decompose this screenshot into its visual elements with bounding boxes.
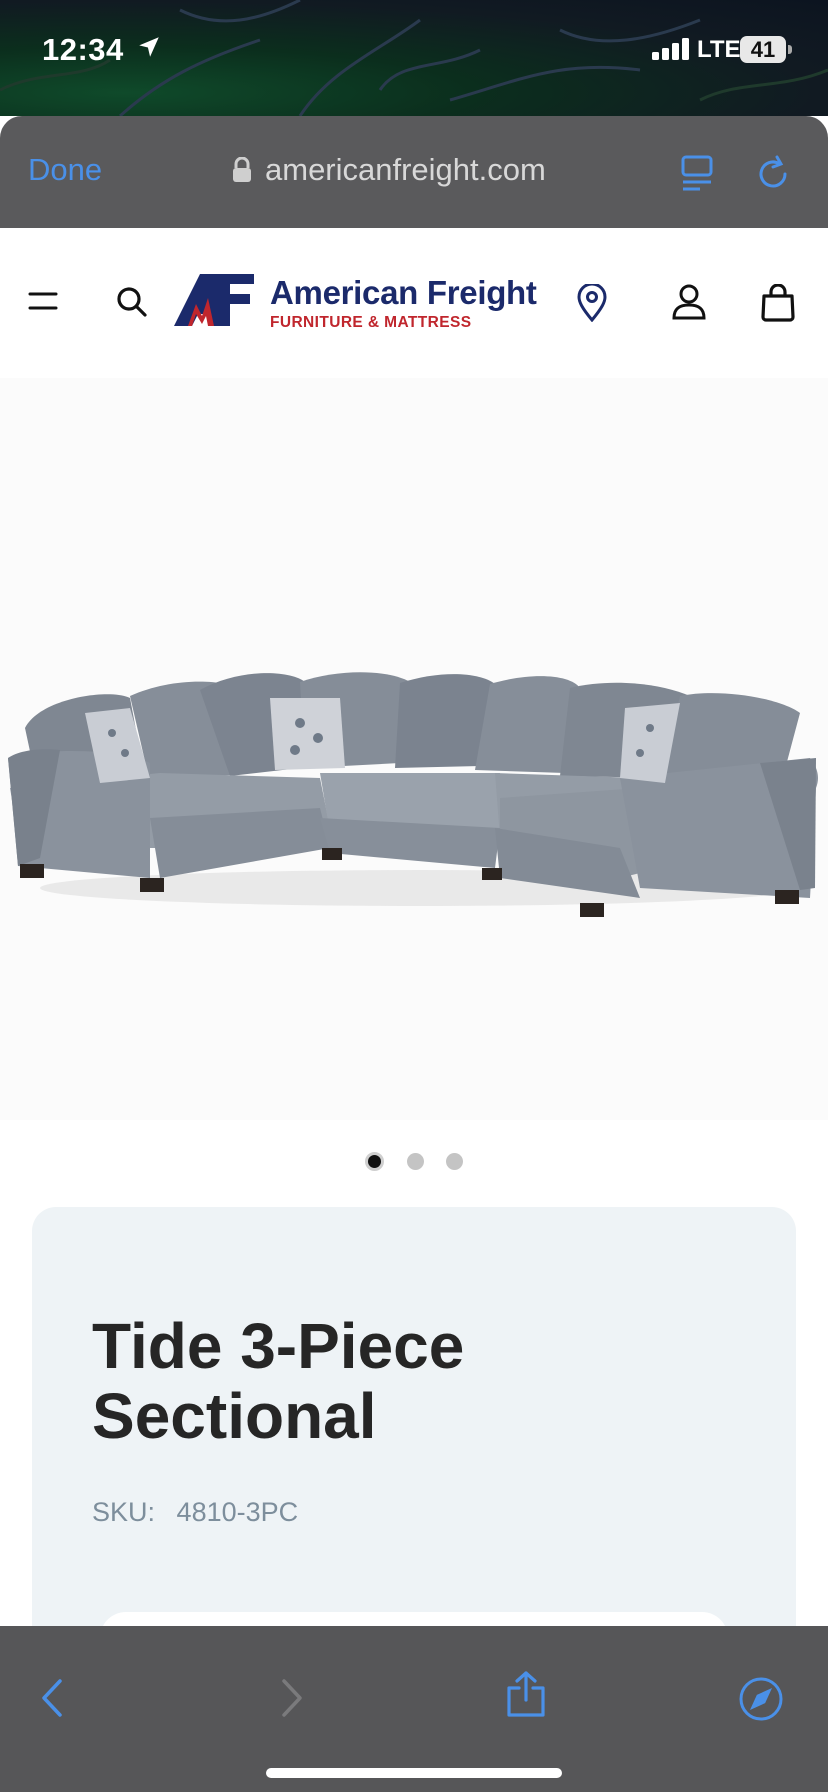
product-title: Tide 3-Piece Sectional — [92, 1310, 465, 1452]
carousel-dot[interactable] — [445, 1153, 463, 1170]
compass-icon[interactable] — [738, 1676, 784, 1727]
status-time: 12:34 — [42, 32, 124, 67]
sectional-sofa-illustration — [8, 672, 818, 917]
image-carousel-dots — [0, 1152, 828, 1174]
battery-tip — [788, 45, 792, 54]
location-arrow-icon — [136, 34, 162, 65]
product-image[interactable] — [0, 378, 828, 1120]
product-info-card: Tide 3-Piece Sectional SKU: 4810-3PC — [32, 1207, 796, 1692]
site-header: American Freight FURNITURE & MATTRESS — [0, 228, 828, 378]
reload-icon[interactable] — [757, 154, 791, 197]
logo-tagline: FURNITURE & MATTRESS — [270, 314, 472, 331]
forward-icon[interactable] — [280, 1678, 304, 1723]
done-button[interactable]: Done — [28, 152, 102, 188]
carousel-dot[interactable] — [406, 1153, 424, 1170]
cellular-signal-icon — [652, 38, 692, 65]
account-icon[interactable] — [672, 284, 706, 325]
share-icon[interactable] — [504, 1670, 548, 1723]
product-sku: SKU: 4810-3PC — [92, 1497, 298, 1528]
back-icon[interactable] — [40, 1678, 64, 1723]
location-pin-icon[interactable] — [576, 282, 608, 327]
reader-view-icon[interactable] — [680, 154, 714, 197]
sku-label: SKU: — [92, 1497, 156, 1527]
browser-url-bar: Done americanfreight.com — [0, 116, 828, 228]
status-bar: 12:34 LTE 41 — [0, 0, 828, 116]
carousel-dot[interactable] — [365, 1152, 385, 1171]
lock-icon — [232, 156, 252, 188]
url-address-field[interactable]: americanfreight.com — [265, 152, 546, 188]
menu-icon[interactable] — [28, 290, 58, 317]
logo-name: American Freight — [270, 274, 537, 311]
battery-icon: 41 — [740, 36, 786, 63]
shopping-bag-icon[interactable] — [760, 283, 796, 327]
browser-toolbar — [0, 1626, 828, 1792]
search-icon[interactable] — [116, 286, 148, 323]
af-logo-mark — [174, 274, 254, 326]
home-indicator[interactable] — [266, 1768, 562, 1778]
sku-value: 4810-3PC — [176, 1497, 299, 1527]
american-freight-logo[interactable]: American Freight FURNITURE & MATTRESS — [174, 274, 546, 331]
network-type: LTE — [697, 36, 741, 63]
